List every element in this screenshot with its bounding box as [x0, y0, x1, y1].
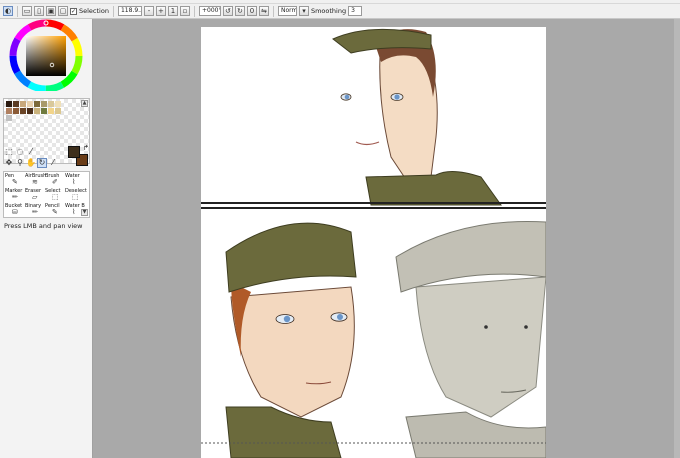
brush-brush[interactable]: Brush ✐	[45, 173, 64, 187]
palette-swatch[interactable]	[27, 108, 33, 114]
zoom-fit-icon[interactable]: ▫	[179, 6, 190, 16]
deselect-icon: ⬚	[72, 193, 79, 201]
hand-icon[interactable]: ✋	[26, 158, 36, 168]
magic-wand-icon[interactable]: ⁄	[26, 147, 36, 157]
toolbar-divider	[112, 5, 114, 17]
brush-binary[interactable]: Binary ✏	[25, 203, 44, 217]
eraser-icon: ▱	[32, 193, 38, 201]
marker-icon: ✏	[12, 193, 18, 201]
eyedropper-icon[interactable]: ⁄	[48, 158, 58, 168]
flip-horizontal-icon[interactable]: ⇋	[258, 6, 269, 16]
brush-pen[interactable]: Pen ✎	[5, 173, 24, 187]
pencil-icon: ✎	[52, 208, 58, 216]
smoothing-select[interactable]: 3	[348, 6, 363, 16]
palette-swatch[interactable]	[6, 108, 12, 114]
select-icon: ⬚	[52, 193, 59, 201]
toolbar-divider	[272, 5, 274, 17]
brush-deselect[interactable]: Deselect ⬚	[65, 188, 87, 202]
drawing-canvas[interactable]	[201, 27, 546, 458]
canvas-artwork	[201, 28, 546, 458]
palette-swatch[interactable]	[48, 108, 54, 114]
bottom-left-soldier-artwork	[225, 222, 357, 458]
brush-select[interactable]: Select ⬚	[45, 188, 64, 202]
selection-tool-icon[interactable]: ▭	[22, 6, 32, 16]
palette-swatch[interactable]	[55, 101, 61, 107]
brush-water[interactable]: Water ⌇	[65, 173, 84, 187]
bottom-right-soldier-artwork	[395, 220, 546, 458]
water-icon: ⌇	[72, 178, 76, 186]
invert-selection-icon[interactable]: ▣	[46, 6, 56, 16]
zoom-reset-icon[interactable]: 1	[167, 6, 178, 16]
rotate-reset-icon[interactable]: 0	[246, 6, 257, 16]
palette-swatch[interactable]	[34, 101, 40, 107]
color-swatches[interactable]: ↱	[68, 144, 90, 169]
zoom-out-icon[interactable]: -	[143, 6, 154, 16]
palette-swatch[interactable]	[20, 108, 26, 114]
brush-icon: ✐	[52, 178, 58, 186]
toolbar-divider	[17, 5, 18, 17]
rect-select-icon[interactable]: ⬚	[4, 147, 14, 157]
brush-eraser[interactable]: Eraser ▱	[25, 188, 44, 202]
transform-selection-icon[interactable]: ▢	[58, 6, 68, 16]
zoom-icon[interactable]: ⚲	[15, 158, 25, 168]
palette-swatch[interactable]	[41, 108, 47, 114]
palette-swatch[interactable]	[20, 101, 26, 107]
workspace[interactable]	[94, 19, 680, 458]
color-wheel[interactable]	[2, 19, 91, 93]
rotate-right-icon[interactable]: ↻	[234, 6, 245, 16]
color-picker[interactable]	[2, 19, 91, 106]
palette-swatch[interactable]	[55, 108, 61, 114]
palette-scroll-up-icon[interactable]: ▲	[81, 100, 88, 107]
pen-icon: ✎	[12, 178, 18, 186]
tool-panel: ▲ ▼ ⬚ ◌ ⁄ ✥ ⚲ ✋ ↻ ⁄ ↱ Pen✎AirBrush≋Brush…	[0, 19, 93, 458]
brush-tool-grid: Pen ✎ AirBrush ≋ Brush ✐ Water ⌇ Marker ✏ Eraser ▱ S…	[3, 171, 90, 218]
smoothing-label: Smoothing	[310, 7, 347, 15]
bucket-icon: ⛁	[12, 208, 18, 216]
brush-bucket[interactable]: Bucket ⛁	[5, 203, 24, 217]
airbrush-icon: ≋	[32, 178, 38, 186]
clear-selection-icon[interactable]: ▯	[34, 6, 44, 16]
palette-swatch[interactable]	[6, 101, 12, 107]
palette-swatch[interactable]	[34, 108, 40, 114]
rotation-field[interactable]: +000°	[198, 6, 221, 16]
stabilizer-icon[interactable]: ▾	[298, 6, 309, 16]
brush-marker[interactable]: Marker ✏	[5, 188, 24, 202]
palette-swatch[interactable]	[13, 101, 19, 107]
palette-swatch[interactable]	[48, 101, 54, 107]
navigator-view-icon[interactable]: ◐	[3, 6, 13, 16]
move-icon[interactable]: ✥	[4, 158, 14, 168]
palette-swatch[interactable]	[41, 101, 47, 107]
tool-icon-group: ⬚ ◌ ⁄ ✥ ⚲ ✋ ↻ ⁄	[4, 147, 66, 169]
zoom-field[interactable]: 118.9...	[117, 6, 142, 16]
palette-swatch[interactable]	[27, 101, 33, 107]
status-text: Press LMB and pan view	[4, 222, 83, 230]
toolbar: ◐ ▭ ▯ ▣ ▢ ✓ Selection 118.9... - + 1 ▫ +…	[0, 4, 680, 19]
swap-colors-icon[interactable]: ↱	[83, 144, 89, 152]
water-b-icon: ⌇	[72, 208, 76, 216]
top-panel-artwork	[332, 28, 502, 206]
toolbar-divider	[193, 5, 195, 17]
binary-icon: ✏	[32, 208, 38, 216]
palette-swatch[interactable]	[13, 108, 19, 114]
blend-mode-select[interactable]: Normal	[277, 6, 297, 16]
lasso-icon[interactable]: ◌	[15, 147, 25, 157]
vertical-scrollbar[interactable]	[674, 19, 680, 458]
brush-scroll-down-icon[interactable]: ▼	[81, 209, 88, 216]
selection-checkbox[interactable]: ✓	[70, 7, 77, 15]
brush-pencil[interactable]: Pencil ✎	[45, 203, 64, 217]
selection-label: Selection	[79, 7, 109, 15]
brush-airbrush[interactable]: AirBrush ≋	[25, 173, 46, 187]
rotate-view-icon[interactable]: ↻	[37, 158, 47, 168]
zoom-in-icon[interactable]: +	[155, 6, 166, 16]
rotate-left-icon[interactable]: ↺	[222, 6, 233, 16]
foreground-color-swatch[interactable]	[68, 146, 80, 158]
palette-swatch[interactable]	[6, 115, 12, 121]
